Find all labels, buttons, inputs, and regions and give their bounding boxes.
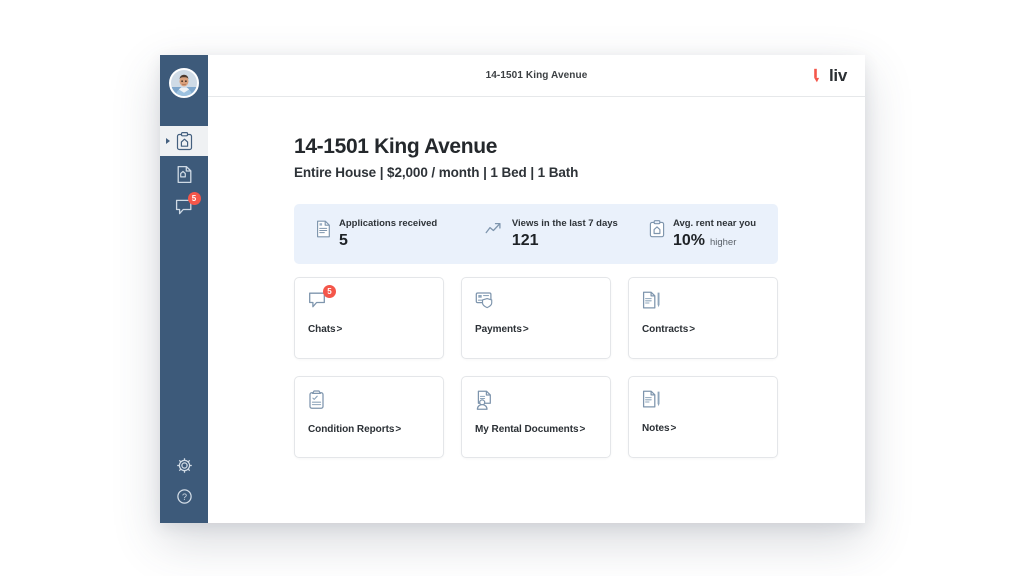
card-payments[interactable]: Payments> [461,277,611,360]
contract-pen-icon [642,291,662,311]
gear-icon [176,458,193,478]
active-indicator-caret [166,138,170,144]
card-label-text: Chats [308,324,336,336]
avatar-photo [171,70,197,96]
card-notes[interactable]: Notes> [628,376,778,459]
card-label: Contracts> [642,324,764,335]
card-label: Chats> [308,324,430,335]
payment-card-shield-icon [475,291,497,311]
card-label: My Rental Documents> [475,424,597,435]
svg-text:?: ? [181,492,186,502]
liv-mark-icon [812,68,825,83]
card-label: Notes> [642,423,764,434]
stat-views-last-7-days: Views in the last 7 days 121 [485,217,649,249]
chat-bubble-icon: 5 [175,192,201,216]
stat-value: 10% [672,232,705,250]
clipboard-home-icon [176,131,193,151]
document-person-icon [475,390,496,410]
card-label-text: Contracts [642,324,689,336]
stat-value-wrap: 10% higher [673,233,756,249]
sidebar-nav: 5 [160,126,208,222]
sidebar: 5 ? [160,55,208,523]
chevron-right-icon: > [689,324,696,336]
chats-card-badge: 5 [323,285,336,299]
card-label: Condition Reports> [308,424,430,435]
card-grid: 5 Chats> Payments> Contracts> Condition … [294,277,778,459]
stat-label: Applications received [339,217,438,229]
stat-value-wrap: 121 [512,233,618,249]
stat-suffix: higher [709,237,737,249]
sidebar-bottom-nav: ? [160,457,208,505]
notes-pen-icon [642,390,662,410]
chevron-right-icon: > [670,423,677,435]
stat-label: Views in the last 7 days [511,217,618,229]
sidebar-item-properties[interactable] [160,126,208,156]
topbar-title: 14-1501 King Avenue [485,70,588,81]
chevron-right-icon: > [395,424,402,436]
card-label-text: My Rental Documents [475,424,579,436]
chevron-right-icon: > [522,324,529,336]
avatar[interactable] [169,68,199,98]
brand-text: liv [828,66,847,85]
page-title: 14-1501 King Avenue [294,135,498,158]
card-label-text: Condition Reports [308,424,395,436]
trending-up-icon [485,220,504,236]
card-condition-reports[interactable]: Condition Reports> [294,376,444,459]
document-home-icon [176,165,193,184]
brand-logo[interactable]: liv [812,67,847,84]
stat-label: Avg. rent near you [672,217,756,229]
content: 14-1501 King Avenue Entire House | $2,00… [208,97,865,523]
document-list-icon [316,220,331,238]
card-my-rental-documents[interactable]: My Rental Documents> [461,376,611,459]
app-window: 5 ? 14-1501 King Avenue liv 14-1501 King… [160,55,865,523]
card-contracts[interactable]: Contracts> [628,277,778,360]
sidebar-item-documents[interactable] [160,159,208,189]
chat-bubble-icon: 5 [308,285,336,311]
clipboard-check-icon [308,390,326,410]
sidebar-item-chats[interactable]: 5 [160,192,208,222]
stat-value: 5 [339,232,348,250]
stat-value-wrap: 5 [339,233,437,249]
card-label: Payments> [475,324,597,335]
stats-bar: Applications received 5 Views in the las… [294,204,778,265]
stat-value: 121 [511,232,539,250]
chevron-right-icon: > [579,424,586,436]
sidebar-item-help[interactable]: ? [176,488,193,505]
screenshot-root: 5 ? 14-1501 King Avenue liv 14-1501 King… [0,0,1024,576]
card-label-text: Notes [642,423,670,435]
card-label-text: Payments [475,324,522,336]
stat-avg-rent-near-you: Avg. rent near you 10% higher [649,217,756,249]
stat-applications-received: Applications received 5 [316,217,485,249]
clipboard-home-icon [649,219,665,238]
chevron-right-icon: > [336,324,343,336]
sidebar-item-settings[interactable] [176,457,193,474]
card-chats[interactable]: 5 Chats> [294,277,444,360]
question-circle-icon: ? [176,489,193,509]
main-area: 14-1501 King Avenue liv 14-1501 King Ave… [208,55,865,523]
chats-badge: 5 [187,192,201,205]
topbar: 14-1501 King Avenue liv [208,55,865,97]
page-subtitle: Entire House | $2,000 / month | 1 Bed | … [294,165,579,181]
